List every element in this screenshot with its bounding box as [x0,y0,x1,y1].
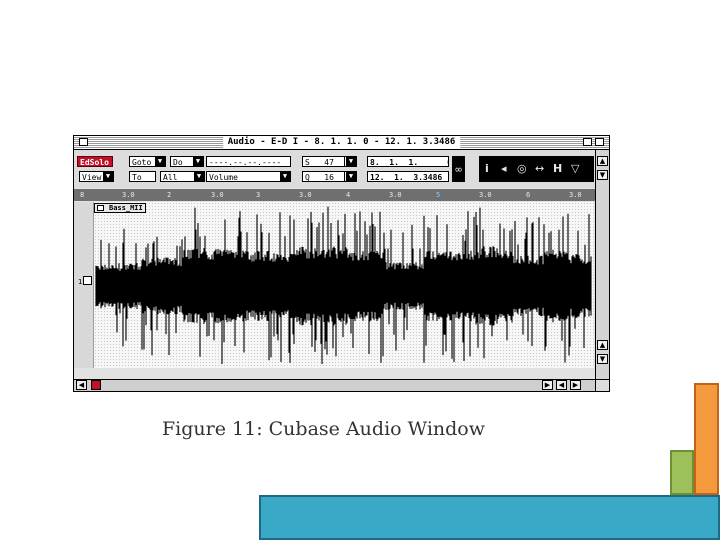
ruler-label: 2 [167,191,172,199]
ruler-label: 3.0 [211,191,224,199]
zoom-in-icon[interactable]: ▼ [597,170,608,180]
toolbar: EdSolo View ▼ Goto ▼ Do ▼ ----.--.--.---- T… [74,150,609,188]
ruler-label: 5 [436,191,441,199]
audio-waveform [95,206,592,364]
chevron-down-icon: ▼ [194,172,204,181]
chevron-down-icon: ▼ [193,157,203,166]
chevron-down-icon: ▼ [103,172,113,181]
resize-icon[interactable]: H [553,162,562,176]
ruler-label: 3.0 [569,191,582,199]
zoom-box-icon[interactable] [583,138,592,146]
window-title: Audio - E-D I - 8. 1. 1. 0 - 12. 1. 3.34… [222,136,461,149]
solo-button[interactable]: EdSolo [77,156,113,167]
chevron-down-icon: ▼ [280,172,290,181]
do-menu[interactable]: Do ▼ [170,156,204,167]
ruler-label: 3.0 [479,191,492,199]
quantize-value: 16 [324,173,334,182]
zoom-in-icon[interactable]: ▶ [570,380,581,390]
blue-decor-bar [259,495,720,540]
ruler-label: 6 [526,191,531,199]
zoom-out-icon[interactable]: ◀ [556,380,567,390]
scroll-left-icon[interactable]: ◀ [76,380,87,390]
waveform-path [95,206,592,364]
start-position-field[interactable]: 8. 1. 1. 0 [367,156,449,167]
green-decor-bar [670,450,694,495]
mute-icon[interactable]: ▽ [571,162,579,176]
info-icon[interactable]: i [485,162,489,176]
event-handle-icon[interactable] [83,276,92,285]
figure-caption: Figure 11: Cubase Audio Window [162,418,485,440]
tool-palette: i ◂ ◎ ↔ H ▽ [479,156,594,182]
time-field[interactable]: ----.--.--.---- [206,156,291,167]
all-menu[interactable]: All ▼ [160,171,205,182]
snap-menu[interactable]: ▼ [344,156,357,167]
time-ruler[interactable]: 8 3.0 2 3.0 3 3.0 4 3.0 5 3.0 6 3.0 [74,189,595,201]
end-position-field[interactable]: 12. 1. 3.3486 [367,171,449,182]
goto-menu[interactable]: Goto ▼ [129,156,166,167]
chevron-down-icon: ▼ [346,157,356,166]
snap-label: S [305,158,310,167]
ruler-label: 3.0 [389,191,402,199]
window-title-bar[interactable]: Audio - E-D I - 8. 1. 1. 0 - 12. 1. 3.34… [74,136,609,150]
scroll-up-icon[interactable]: ▲ [597,340,608,350]
close-box-icon[interactable] [79,138,88,146]
track-number: 1 [78,278,83,286]
chevron-down-icon: ▼ [346,172,356,181]
resize-grip-icon[interactable] [595,379,609,391]
scroll-down-icon[interactable]: ▼ [597,354,608,364]
speaker-icon[interactable]: ◂ [501,162,507,176]
ruler-label: 3.0 [299,191,312,199]
scroll-thumb[interactable] [91,380,101,390]
quantize-label: Q [305,173,310,182]
volume-menu[interactable]: Volume ▼ [206,171,291,182]
orange-decor-bar [694,383,719,495]
ruler-label: 3.0 [122,191,135,199]
to-label: To [129,171,156,182]
track-column: 1 [74,202,94,368]
snap-value: 47 [324,158,334,167]
waveform-display[interactable]: Bass_MII [94,202,594,368]
vertical-scrollbar[interactable]: ▲ ▼ ▲ ▼ [595,150,609,380]
scrub-icon[interactable]: ◎ [517,162,527,176]
collapse-box-icon[interactable] [595,138,604,146]
ruler-label: 8 [80,191,85,199]
audio-window: Audio - E-D I - 8. 1. 1. 0 - 12. 1. 3.34… [73,135,610,392]
move-icon[interactable]: ↔ [535,162,544,176]
scroll-up-icon[interactable]: ▲ [597,156,608,166]
chain-link-icon[interactable]: ∞ [452,156,465,182]
quantize-menu[interactable]: ▼ [344,171,357,182]
view-menu[interactable]: View ▼ [79,171,114,182]
ruler-label: 3 [256,191,261,199]
horizontal-scrollbar[interactable]: ◀ ▶ ◀ ▶ [74,379,595,391]
chevron-down-icon: ▼ [155,157,165,166]
scroll-right-icon[interactable]: ▶ [542,380,553,390]
ruler-label: 4 [346,191,351,199]
